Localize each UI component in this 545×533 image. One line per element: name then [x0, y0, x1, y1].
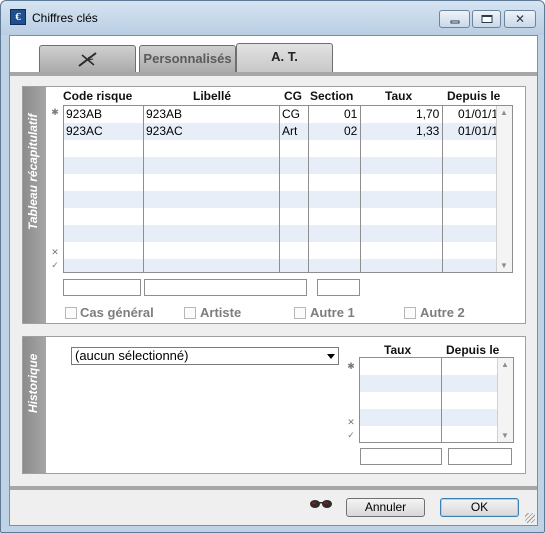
historique-scrollbar[interactable]: ▲ ▼	[497, 358, 513, 442]
footer-bar: Annuler OK	[10, 490, 537, 525]
ok-button[interactable]: OK	[440, 498, 519, 517]
maximize-button[interactable]	[472, 10, 501, 28]
title-bar[interactable]: € Chiffres clés ✕	[1, 1, 544, 35]
delete-row-icon[interactable]: ✕	[49, 247, 61, 257]
label-autre-1: Autre 1	[310, 305, 355, 320]
edit-libelle-field[interactable]	[144, 279, 307, 296]
add-history-icon[interactable]: ✱	[345, 361, 357, 371]
label-artiste: Artiste	[200, 305, 242, 320]
historique-panel: Historique (aucun sélectionné) ✱ ✕ ✓ Tau…	[22, 336, 526, 474]
col-section[interactable]: Section	[310, 89, 353, 103]
tab-strip: Personnalisés A. T.	[10, 36, 537, 76]
col-separator	[308, 106, 309, 272]
minimize-icon	[450, 20, 459, 24]
row-stripe	[360, 409, 498, 426]
add-row-icon[interactable]: ✱	[49, 107, 61, 117]
col-libelle[interactable]: Libellé	[193, 89, 231, 103]
col-code-risque[interactable]: Code risque	[63, 89, 132, 103]
cell-cg: CG	[282, 107, 300, 121]
col-separator	[143, 106, 144, 272]
recap-title: Tableau récapitulatif	[26, 113, 40, 230]
col-depuis-le[interactable]: Depuis le	[447, 89, 500, 103]
maximize-icon	[481, 15, 492, 23]
scroll-down-icon[interactable]: ▼	[501, 431, 509, 440]
col-separator	[442, 106, 443, 272]
historique-title: Historique	[26, 353, 40, 413]
historique-select-value: (aucun sélectionné)	[75, 348, 189, 363]
recap-panel: Tableau récapitulatif ✱ ✕ ✓ Code risque …	[22, 86, 526, 324]
chevron-down-icon[interactable]	[327, 354, 335, 359]
edit-section-field[interactable]	[317, 279, 360, 296]
col-separator	[360, 106, 361, 272]
historique-side-bar: Historique	[23, 337, 46, 473]
historique-table[interactable]: ▲ ▼	[359, 357, 514, 443]
row-stripe	[360, 375, 498, 392]
label-cas-general: Cas général	[80, 305, 154, 320]
cell-section: 01	[344, 107, 358, 121]
cell-code: 923AB	[66, 107, 103, 121]
cell-libelle: 923AC	[146, 124, 183, 138]
checkbox-autre-2[interactable]	[404, 307, 416, 319]
row-stripe	[64, 225, 497, 242]
row-stripe	[64, 191, 497, 208]
cell-taux: 1,33	[416, 124, 440, 138]
tab-personnalises[interactable]: Personnalisés	[139, 45, 236, 73]
tab-at[interactable]: A. T.	[236, 43, 333, 73]
app-euro-icon: €	[10, 9, 26, 25]
cell-cg: Art	[282, 124, 298, 138]
edit-hist-depuis-field[interactable]	[448, 448, 512, 465]
label-autre-2: Autre 2	[420, 305, 465, 320]
checkbox-artiste[interactable]	[184, 307, 196, 319]
hist-col-taux[interactable]: Taux	[384, 343, 411, 357]
row-stripe	[64, 157, 497, 174]
checkbox-cas-general[interactable]	[65, 307, 77, 319]
validate-history-icon[interactable]: ✓	[345, 430, 357, 440]
recap-scrollbar[interactable]: ▲ ▼	[496, 106, 512, 272]
close-icon: ✕	[514, 12, 526, 26]
window: € Chiffres clés ✕ Personnalisés A. T. Ta…	[0, 0, 545, 533]
col-separator	[441, 358, 442, 442]
tab-feather[interactable]	[39, 45, 136, 73]
edit-code-field[interactable]	[63, 279, 141, 296]
resize-grip-icon[interactable]	[525, 513, 535, 523]
validate-row-icon[interactable]: ✓	[49, 260, 61, 270]
cell-section: 02	[344, 124, 358, 138]
cell-code: 923AC	[66, 124, 103, 138]
cancel-button[interactable]: Annuler	[346, 498, 425, 517]
recap-table[interactable]: 923AB 923AB CG 01 1,70 01/01/13 923AC 92…	[63, 105, 513, 273]
scroll-down-icon[interactable]: ▼	[500, 261, 508, 270]
cell-taux: 1,70	[416, 107, 440, 121]
minimize-button[interactable]	[439, 10, 470, 28]
hist-col-depuis-le[interactable]: Depuis le	[446, 343, 499, 357]
window-title: Chiffres clés	[32, 11, 98, 25]
recap-side-bar: Tableau récapitulatif	[23, 87, 46, 323]
scissors-feather-icon	[77, 52, 97, 67]
scroll-up-icon[interactable]: ▲	[501, 360, 509, 369]
cell-libelle: 923AB	[146, 107, 183, 121]
dialog-client: Personnalisés A. T. Tableau récapitulati…	[9, 35, 538, 526]
edit-hist-taux-field[interactable]	[360, 448, 442, 465]
row-stripe	[64, 259, 497, 272]
col-taux[interactable]: Taux	[385, 89, 412, 103]
checkbox-autre-1[interactable]	[294, 307, 306, 319]
close-button[interactable]: ✕	[504, 10, 536, 28]
col-separator	[279, 106, 280, 272]
col-cg[interactable]: CG	[284, 89, 302, 103]
glasses-icon[interactable]	[309, 499, 333, 509]
historique-select[interactable]: (aucun sélectionné)	[71, 347, 339, 365]
scroll-up-icon[interactable]: ▲	[500, 108, 508, 117]
delete-history-icon[interactable]: ✕	[345, 417, 357, 427]
